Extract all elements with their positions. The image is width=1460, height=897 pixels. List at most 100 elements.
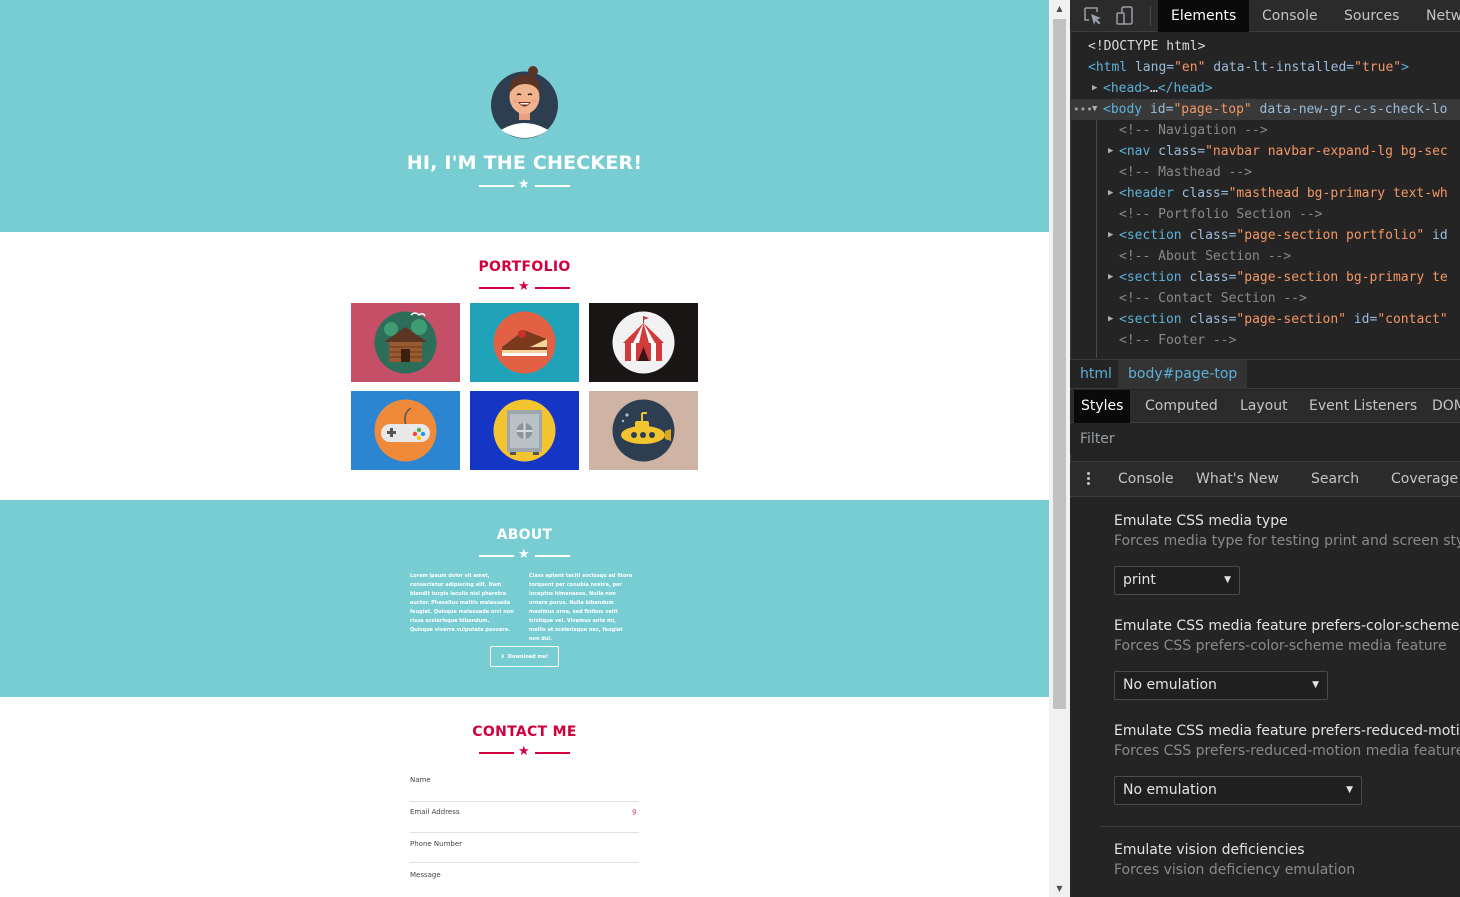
styles-tabbar: Styles Computed Layout Event Listeners D… xyxy=(1070,390,1460,423)
submarine-icon xyxy=(612,399,675,462)
inspect-element-icon[interactable] xyxy=(1082,5,1104,27)
ellipsis-icon[interactable]: ••• xyxy=(1073,99,1093,120)
rendering-drawer: Emulate CSS media type Forces media type… xyxy=(1070,498,1460,897)
filter-placeholder: Filter xyxy=(1080,431,1115,447)
option-description: Forces CSS prefers-color-scheme media fe… xyxy=(1114,638,1447,654)
email-field[interactable]: Email Address g xyxy=(410,802,639,833)
grammar-indicator-icon: g xyxy=(632,808,636,815)
media-type-select[interactable]: print ▼ xyxy=(1114,566,1240,595)
styles-filter-input[interactable]: Filter xyxy=(1070,424,1460,454)
download-button-label: Download me! xyxy=(507,653,549,660)
tab-layout[interactable]: Layout xyxy=(1233,390,1295,423)
star-icon: ★ xyxy=(518,177,530,192)
drawer-tabbar: Console What's New Search Coverage xyxy=(1070,461,1460,497)
portfolio-item-circus[interactable] xyxy=(589,303,698,382)
page-scrollbar[interactable]: ▲ ▼ xyxy=(1049,0,1070,897)
option-title: Emulate vision deficiencies xyxy=(1114,842,1305,858)
expand-right-icon[interactable]: ▶ xyxy=(1092,78,1097,99)
expand-right-icon[interactable]: ▶ xyxy=(1108,225,1113,246)
select-value: No emulation xyxy=(1123,782,1217,798)
expand-right-icon[interactable]: ▶ xyxy=(1108,309,1113,330)
breadcrumb: html body#page-top xyxy=(1070,359,1460,389)
about-section: ABOUT ★ Lorem ipsum dolor sit amet, cons… xyxy=(0,500,1049,697)
chevron-down-icon: ▼ xyxy=(1224,575,1231,585)
about-title: ABOUT xyxy=(496,527,553,543)
device-toolbar-icon[interactable] xyxy=(1114,5,1136,27)
scroll-up-arrow-icon[interactable]: ▲ xyxy=(1049,0,1070,17)
phone-field[interactable]: Phone Number xyxy=(410,834,639,863)
more-options-icon[interactable] xyxy=(1086,470,1092,490)
phone-field-label: Phone Number xyxy=(410,840,463,848)
devtools-toolbar: Elements Console Sources Netw xyxy=(1070,0,1460,32)
log-cabin-icon xyxy=(374,311,437,374)
portfolio-title: PORTFOLIO xyxy=(478,259,571,275)
portfolio-item-cake[interactable] xyxy=(470,303,579,382)
star-icon: ★ xyxy=(518,744,530,759)
star-icon: ★ xyxy=(518,279,530,294)
color-scheme-select[interactable]: No emulation ▼ xyxy=(1114,671,1328,700)
breadcrumb-item-body[interactable]: body#page-top xyxy=(1118,360,1248,389)
chevron-down-icon: ▼ xyxy=(1346,785,1353,795)
portfolio-item-safe[interactable] xyxy=(470,391,579,470)
dom-tree: <!DOCTYPE html> <html lang="en" data-lt-i… xyxy=(1070,36,1460,358)
scroll-down-arrow-icon[interactable]: ▼ xyxy=(1049,880,1070,897)
tab-dom-breakpoints[interactable]: DOM xyxy=(1425,390,1460,423)
dom-node-line[interactable]: <body id="page-top" data-new-gr-c-s-chec… xyxy=(1070,99,1460,120)
portfolio-item-controller[interactable] xyxy=(351,391,460,470)
tab-event-listeners[interactable]: Event Listeners xyxy=(1302,390,1424,423)
chevron-down-icon: ▼ xyxy=(1312,680,1319,690)
option-title: Emulate CSS media feature prefers-reduce… xyxy=(1114,723,1460,739)
expand-right-icon[interactable]: ▶ xyxy=(1108,141,1113,162)
devtools-panel: Elements Console Sources Netw <!DOCTYPE … xyxy=(1070,0,1460,897)
portfolio-item-submarine[interactable] xyxy=(589,391,698,470)
masthead: HI, I'M THE CHECKER! ★ xyxy=(0,0,1049,232)
tab-network[interactable]: Netw xyxy=(1413,0,1460,32)
email-field-label: Email Address xyxy=(410,808,460,816)
star-icon: ★ xyxy=(518,547,530,562)
tab-computed[interactable]: Computed xyxy=(1138,390,1225,423)
download-icon: ⬇ xyxy=(500,653,505,660)
tab-console[interactable]: Console xyxy=(1249,0,1331,32)
avatar xyxy=(491,66,558,139)
message-field-label: Message xyxy=(410,871,441,879)
page-viewport: HI, I'M THE CHECKER! ★ PORTFOLIO ★ ABOUT… xyxy=(0,0,1049,897)
drawer-tab-console[interactable]: Console xyxy=(1118,462,1174,497)
option-title: Emulate CSS media type xyxy=(1114,513,1288,529)
name-field[interactable]: Name xyxy=(410,770,639,802)
expand-right-icon[interactable]: ▶ xyxy=(1108,183,1113,204)
tab-elements[interactable]: Elements xyxy=(1158,0,1250,32)
drawer-tab-search[interactable]: Search xyxy=(1311,462,1359,497)
option-description: Forces media type for testing print and … xyxy=(1114,533,1460,549)
tab-styles[interactable]: Styles xyxy=(1074,390,1131,423)
option-description: Forces vision deficiency emulation xyxy=(1114,862,1356,878)
option-description: Forces CSS prefers-reduced-motion media … xyxy=(1114,743,1460,759)
contact-title: CONTACT ME xyxy=(472,724,577,740)
star-divider: ★ xyxy=(479,279,570,294)
breadcrumb-item-html[interactable]: html xyxy=(1070,360,1122,389)
circus-tent-icon xyxy=(612,311,675,374)
drawer-tab-whats-new[interactable]: What's New xyxy=(1196,462,1279,497)
masthead-title: HI, I'M THE CHECKER! xyxy=(406,152,643,174)
drawer-tab-coverage[interactable]: Coverage xyxy=(1391,462,1458,497)
scrollbar-thumb[interactable] xyxy=(1053,19,1066,709)
name-field-label: Name xyxy=(410,776,431,784)
divider xyxy=(1100,826,1460,827)
about-text-right: Class aptent taciti sociosqu ad litora t… xyxy=(529,573,633,642)
expand-right-icon[interactable]: ▶ xyxy=(1108,267,1113,288)
game-controller-icon xyxy=(374,399,437,462)
cake-icon xyxy=(493,311,556,374)
star-divider: ★ xyxy=(479,547,570,562)
option-title: Emulate CSS media feature prefers-color-… xyxy=(1114,618,1460,634)
select-value: print xyxy=(1123,572,1156,588)
star-divider: ★ xyxy=(479,744,570,759)
portfolio-item-cabin[interactable] xyxy=(351,303,460,382)
portfolio-grid xyxy=(351,303,698,470)
select-value: No emulation xyxy=(1123,677,1217,693)
tab-sources[interactable]: Sources xyxy=(1331,0,1412,32)
reduced-motion-select[interactable]: No emulation ▼ xyxy=(1114,776,1362,805)
safe-icon xyxy=(493,399,556,462)
star-divider: ★ xyxy=(479,177,570,192)
about-text-left: Lorem ipsum dolor sit amet, consectetur … xyxy=(410,573,514,633)
download-button[interactable]: ⬇ Download me! xyxy=(490,646,559,667)
message-field[interactable]: Message xyxy=(410,865,639,897)
